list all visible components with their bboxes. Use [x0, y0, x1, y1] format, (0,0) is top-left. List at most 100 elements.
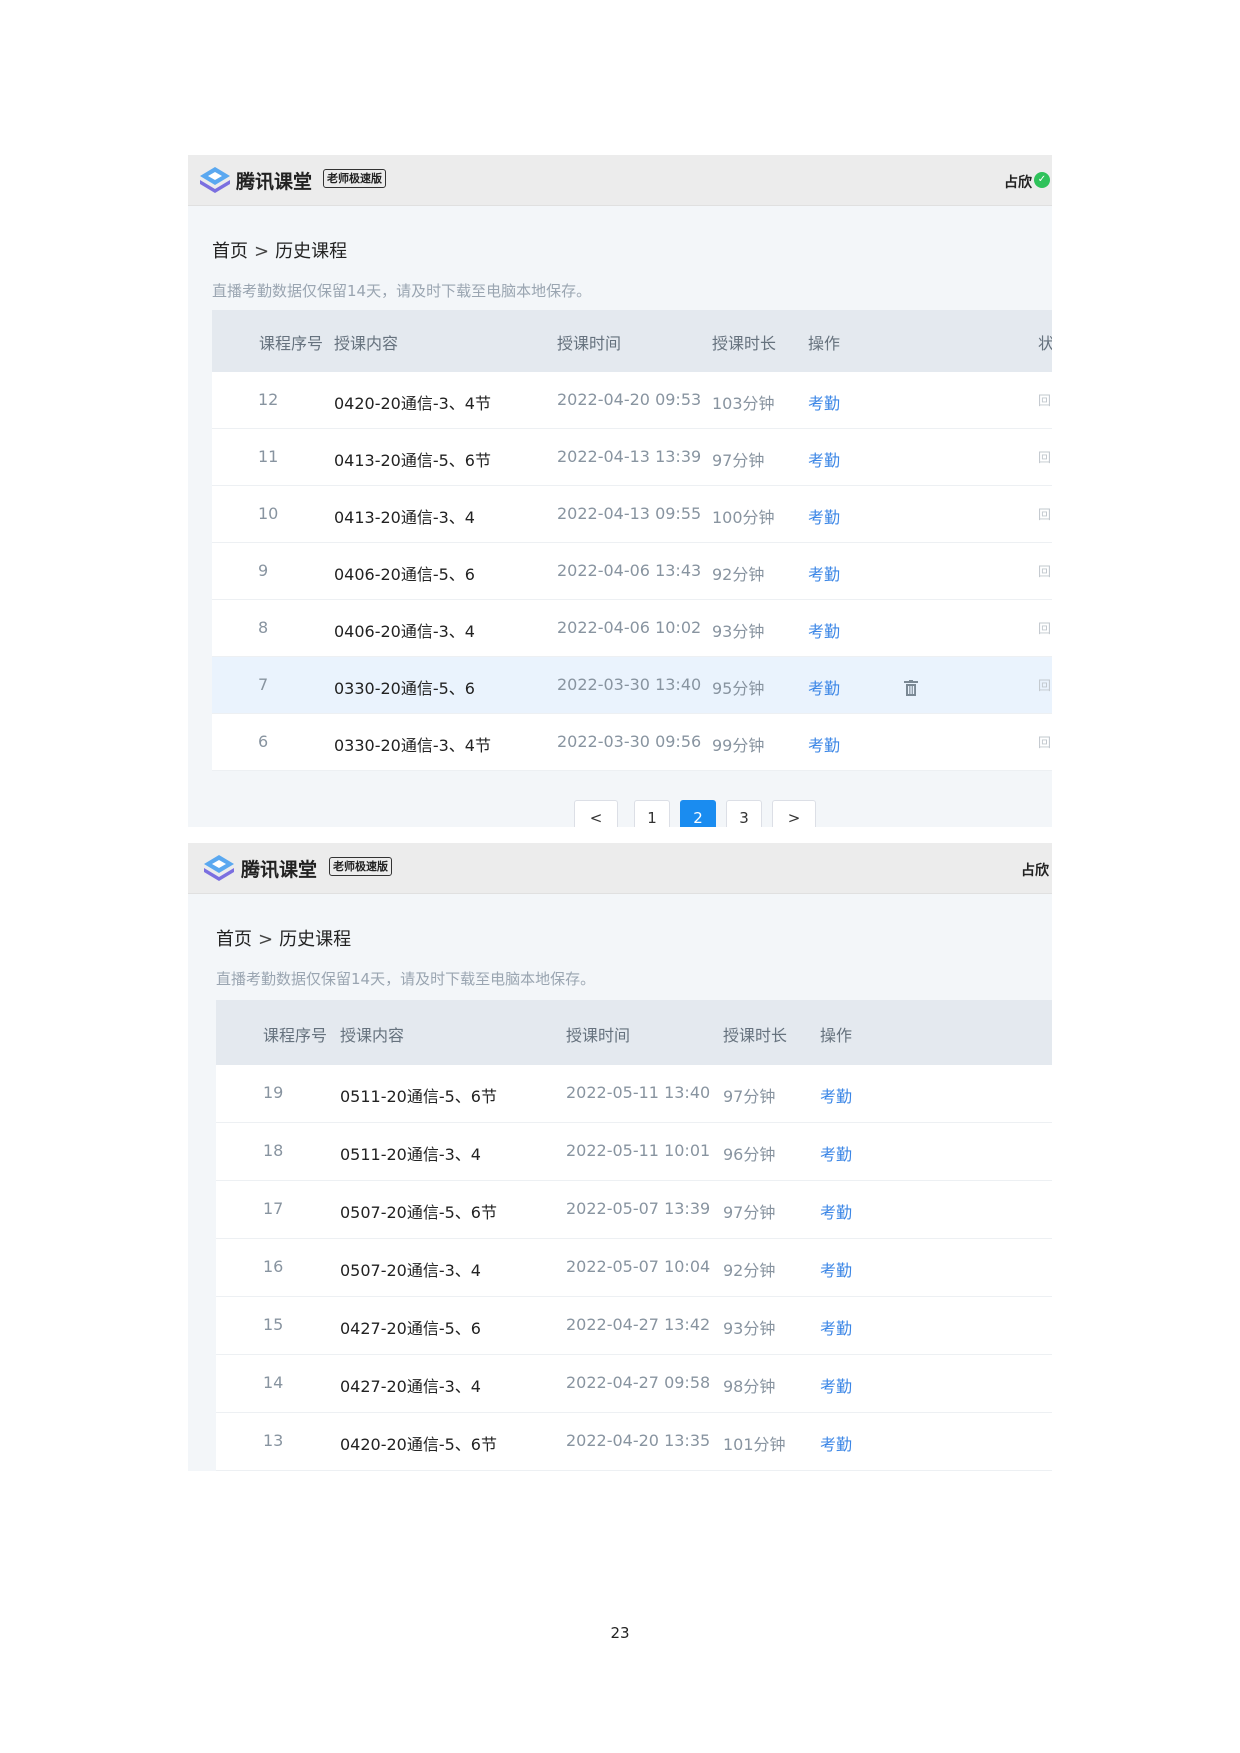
row-course-duration: 100分钟 — [712, 508, 775, 527]
breadcrumb-separator: > — [254, 241, 270, 262]
column-header-title: 授课内容 — [340, 1026, 405, 1045]
replay-icon[interactable]: 回 — [1038, 447, 1051, 466]
row-course-time: 2022-04-13 09:55 — [557, 504, 702, 523]
replay-icon[interactable]: 回 — [1038, 675, 1051, 694]
breadcrumb-separator: > — [258, 929, 274, 950]
row-course-number: 15 — [263, 1315, 284, 1334]
column-header-duration: 授课时长 — [723, 1026, 788, 1045]
row-course-duration: 97分钟 — [712, 451, 765, 470]
verified-check-icon: ✓ — [1034, 172, 1050, 188]
attendance-link[interactable]: 考勤 — [808, 732, 840, 756]
row-course-time: 2022-05-07 10:04 — [566, 1257, 711, 1276]
pagination-page-2-active[interactable]: 2 — [680, 800, 716, 827]
row-course-time: 2022-05-11 10:01 — [566, 1141, 711, 1160]
attendance-link[interactable]: 考勤 — [820, 1373, 852, 1397]
row-course-number: 17 — [263, 1199, 284, 1218]
trash-icon[interactable] — [904, 680, 918, 696]
column-header-time: 授课时间 — [557, 334, 622, 353]
row-course-duration: 103分钟 — [712, 394, 775, 413]
row-course-number: 9 — [258, 561, 269, 580]
row-course-number: 10 — [258, 504, 279, 523]
pagination: < 1 2 3 > — [574, 800, 828, 827]
row-course-title: 0420-20通信-5、6节 — [340, 1435, 497, 1454]
row-course-number: 18 — [263, 1141, 284, 1160]
retention-notice: 直播考勤数据仅保留14天，请及时下载至电脑本地保存。 — [212, 282, 592, 300]
row-course-duration: 95分钟 — [712, 679, 765, 698]
table-row[interactable]: 12 0420-20通信-3、4节 2022-04-20 09:53 103分钟 考勤 回 — [212, 372, 1052, 429]
attendance-link[interactable]: 考勤 — [808, 675, 840, 699]
table-row[interactable]: 8 0406-20通信-3、4 2022-04-06 10:02 93分钟 考勤 回 — [212, 600, 1052, 657]
attendance-link[interactable]: 考勤 — [820, 1141, 852, 1165]
row-course-duration: 96分钟 — [723, 1145, 776, 1164]
tencent-classroom-logo-icon — [204, 855, 234, 881]
user-name[interactable]: 占欣 — [1021, 860, 1049, 880]
row-course-title: 0511-20通信-5、6节 — [340, 1087, 497, 1106]
row-course-number: 6 — [258, 732, 269, 751]
table-row[interactable]: 18 0511-20通信-3、4 2022-05-11 10:01 96分钟 考勤 — [216, 1123, 1052, 1181]
row-course-title: 0413-20通信-5、6节 — [334, 451, 491, 470]
attendance-link[interactable]: 考勤 — [820, 1257, 852, 1281]
table-row[interactable]: 14 0427-20通信-3、4 2022-04-27 09:58 98分钟 考勤 — [216, 1355, 1052, 1413]
row-course-time: 2022-04-27 13:42 — [566, 1315, 711, 1334]
row-course-number: 8 — [258, 618, 269, 637]
row-course-title: 0427-20通信-5、6 — [340, 1319, 481, 1338]
page-number: 23 — [610, 1624, 630, 1642]
row-course-duration: 97分钟 — [723, 1087, 776, 1106]
table-row[interactable]: 13 0420-20通信-5、6节 2022-04-20 13:35 101分钟 考勤 — [216, 1413, 1052, 1471]
row-course-duration: 92分钟 — [712, 565, 765, 584]
attendance-link[interactable]: 考勤 — [808, 561, 840, 585]
attendance-link[interactable]: 考勤 — [808, 504, 840, 528]
table-row[interactable]: 9 0406-20通信-5、6 2022-04-06 13:43 92分钟 考勤 回 — [212, 543, 1052, 600]
row-course-time: 2022-04-27 09:58 — [566, 1373, 711, 1392]
attendance-link[interactable]: 考勤 — [820, 1083, 852, 1107]
attendance-link[interactable]: 考勤 — [820, 1315, 852, 1339]
row-course-number: 16 — [263, 1257, 284, 1276]
tencent-classroom-logo-icon — [200, 167, 230, 193]
table-row[interactable]: 19 0511-20通信-5、6节 2022-05-11 13:40 97分钟 考勤 — [216, 1065, 1052, 1123]
replay-icon[interactable]: 回 — [1038, 390, 1051, 409]
column-header-action: 操作 — [820, 1026, 853, 1045]
table-row[interactable]: 7 0330-20通信-5、6 2022-03-30 13:40 95分钟 考勤 回 — [212, 657, 1052, 714]
table-row[interactable]: 15 0427-20通信-5、6 2022-04-27 13:42 93分钟 考勤 — [216, 1297, 1052, 1355]
table-row[interactable]: 17 0507-20通信-5、6节 2022-05-07 13:39 97分钟 考勤 — [216, 1181, 1052, 1239]
attendance-link[interactable]: 考勤 — [820, 1199, 852, 1223]
user-name[interactable]: 占欣 — [1004, 172, 1032, 192]
row-course-title: 0511-20通信-3、4 — [340, 1145, 481, 1164]
attendance-link[interactable]: 考勤 — [820, 1431, 852, 1455]
table-row[interactable]: 6 0330-20通信-3、4节 2022-03-30 09:56 99分钟 考勤 回 — [212, 714, 1052, 771]
pagination-next-button[interactable]: > — [772, 800, 816, 827]
row-course-number: 19 — [263, 1083, 284, 1102]
pagination-prev-button[interactable]: < — [574, 800, 618, 827]
row-course-duration: 99分钟 — [712, 736, 765, 755]
row-course-time: 2022-04-13 13:39 — [557, 447, 702, 466]
replay-icon[interactable]: 回 — [1038, 504, 1051, 523]
breadcrumb: 首页 > 历史课程 — [216, 925, 351, 951]
breadcrumb-current: 历史课程 — [275, 241, 348, 262]
table-row[interactable]: 10 0413-20通信-3、4 2022-04-13 09:55 100分钟 考勤 回 — [212, 486, 1052, 543]
replay-icon[interactable]: 回 — [1038, 561, 1051, 580]
pagination-page-1[interactable]: 1 — [634, 800, 670, 827]
breadcrumb-current: 历史课程 — [279, 929, 352, 950]
breadcrumb: 首页 > 历史课程 — [212, 237, 347, 263]
column-header-duration: 授课时长 — [712, 334, 777, 353]
attendance-link[interactable]: 考勤 — [808, 390, 840, 414]
column-header-id: 课程序号 — [259, 334, 324, 353]
breadcrumb-home[interactable]: 首页 — [216, 929, 252, 950]
row-course-title: 0420-20通信-3、4节 — [334, 394, 491, 413]
row-course-number: 7 — [258, 675, 269, 694]
replay-icon[interactable]: 回 — [1038, 618, 1051, 637]
row-course-time: 2022-04-06 10:02 — [557, 618, 702, 637]
column-header-action: 操作 — [808, 334, 841, 353]
replay-icon[interactable]: 回 — [1038, 732, 1051, 751]
row-course-title: 0427-20通信-3、4 — [340, 1377, 481, 1396]
pagination-page-3[interactable]: 3 — [726, 800, 762, 827]
row-course-duration: 98分钟 — [723, 1377, 776, 1396]
table-row[interactable]: 16 0507-20通信-3、4 2022-05-07 10:04 92分钟 考勤 — [216, 1239, 1052, 1297]
retention-notice: 直播考勤数据仅保留14天，请及时下载至电脑本地保存。 — [216, 970, 596, 988]
history-course-table: 课程序号 授课内容 授课时间 授课时长 操作 19 0511-20通信-5、6节 2… — [216, 1000, 1052, 1471]
attendance-link[interactable]: 考勤 — [808, 447, 840, 471]
attendance-link[interactable]: 考勤 — [808, 618, 840, 642]
row-course-time: 2022-03-30 09:56 — [557, 732, 702, 751]
breadcrumb-home[interactable]: 首页 — [212, 241, 248, 262]
table-row[interactable]: 11 0413-20通信-5、6节 2022-04-13 13:39 97分钟 考勤 回 — [212, 429, 1052, 486]
